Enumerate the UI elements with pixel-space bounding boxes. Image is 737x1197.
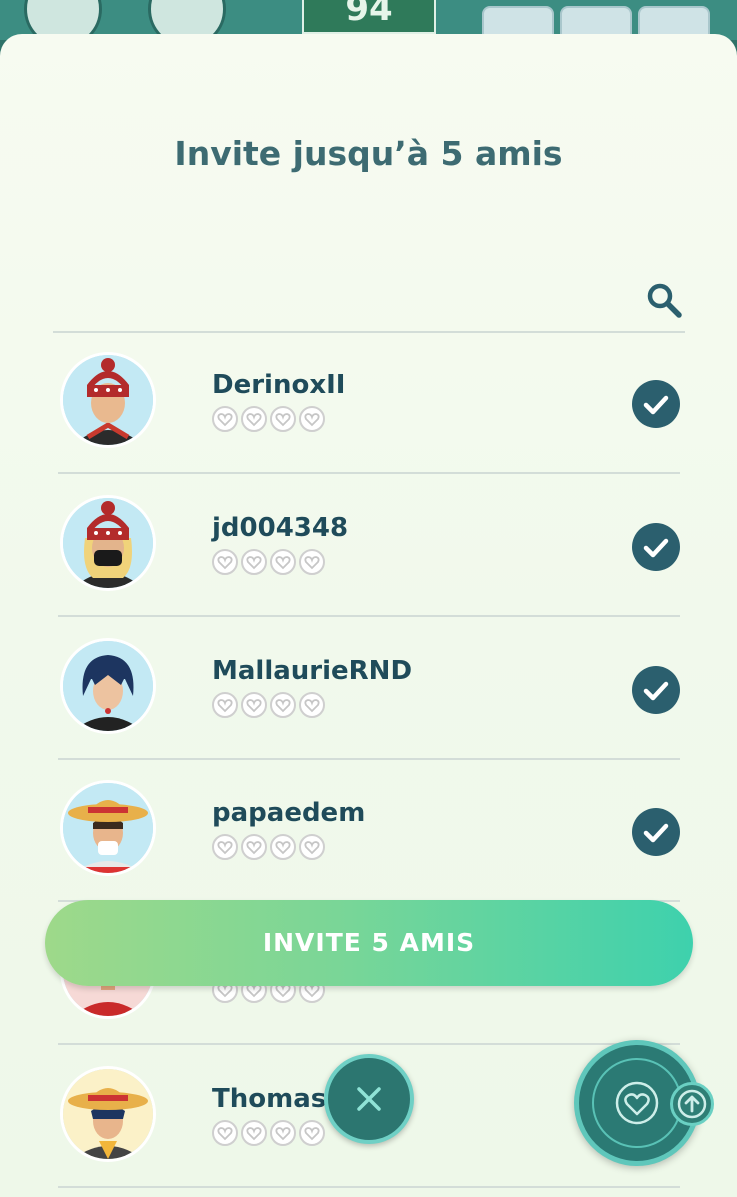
invite-friends-sheet: Invite jusqu’à 5 amis DerinoxII jd004348… xyxy=(0,34,737,1197)
search-icon[interactable] xyxy=(644,280,684,320)
heart-outline-icon xyxy=(299,692,325,718)
heart-outline-icon xyxy=(212,834,238,860)
arrow-up-icon xyxy=(670,1082,714,1126)
heart-outline-icon xyxy=(212,1120,238,1146)
dialog-title: Invite jusqu’à 5 amis xyxy=(174,134,563,173)
heart-outline-icon xyxy=(241,406,267,432)
friend-name: DerinoxII xyxy=(212,370,346,400)
heart-outline-icon xyxy=(241,1120,267,1146)
heart-outline-icon xyxy=(212,549,238,575)
close-button[interactable] xyxy=(324,1054,414,1144)
heart-outline-icon xyxy=(270,549,296,575)
avatar xyxy=(60,495,156,591)
heart-outline-icon xyxy=(241,692,267,718)
friend-row[interactable]: jd004348 xyxy=(58,475,680,617)
heart-outline-icon xyxy=(299,834,325,860)
heart-outline-icon xyxy=(212,692,238,718)
heart-outline-icon xyxy=(299,406,325,432)
heart-outline-icon xyxy=(299,549,325,575)
friend-row[interactable]: MallaurieRND xyxy=(58,618,680,760)
avatar xyxy=(60,780,156,876)
row-divider xyxy=(58,1186,680,1188)
friend-row[interactable]: papaedem xyxy=(58,760,680,902)
avatar xyxy=(60,1066,156,1162)
selected-checkmark-icon[interactable] xyxy=(632,380,680,428)
close-icon xyxy=(357,1087,381,1111)
heart-outline-icon xyxy=(270,406,296,432)
heart-outline-icon xyxy=(241,834,267,860)
friendship-hearts xyxy=(212,692,325,718)
heart-outline-icon xyxy=(270,692,296,718)
invite-friends-button[interactable]: INVITE 5 AMIS xyxy=(45,900,693,986)
row-divider xyxy=(58,615,680,617)
row-divider xyxy=(58,472,680,474)
friendship-hearts xyxy=(212,834,325,860)
friendship-hearts xyxy=(212,1120,325,1146)
selected-checkmark-icon[interactable] xyxy=(632,666,680,714)
friend-name: MallaurieRND xyxy=(212,656,413,686)
heart-outline-icon xyxy=(212,406,238,432)
friend-name: papaedem xyxy=(212,798,366,828)
friend-row[interactable]: DerinoxII xyxy=(58,332,680,474)
heart-outline-icon xyxy=(270,1120,296,1146)
friendship-hearts xyxy=(212,549,325,575)
selected-checkmark-icon[interactable] xyxy=(632,523,680,571)
friend-name: jd004348 xyxy=(212,513,349,543)
heart-outline-icon xyxy=(270,834,296,860)
selected-checkmark-icon[interactable] xyxy=(632,808,680,856)
heart-outline-icon xyxy=(299,1120,325,1146)
avatar xyxy=(60,352,156,448)
level-indicator: 94 xyxy=(302,0,436,34)
avatar xyxy=(60,638,156,734)
heart-outline-icon xyxy=(241,549,267,575)
friendship-hearts xyxy=(212,406,325,432)
